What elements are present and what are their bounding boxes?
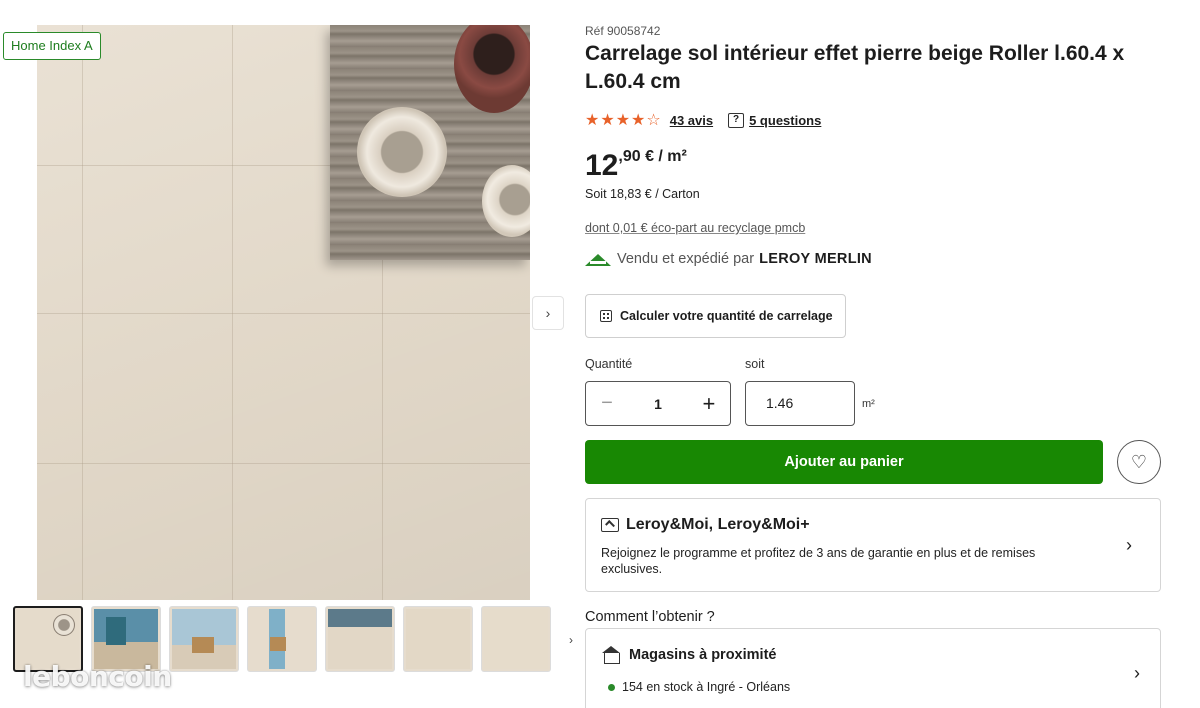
tile-joint (37, 313, 530, 314)
stock-status: 154 en stock à Ingré - Orléans (608, 680, 790, 694)
leboncoin-watermark: leboncoin (23, 660, 172, 693)
chevron-right-icon: › (1126, 535, 1132, 555)
thumbnails-next-button[interactable]: › (561, 630, 581, 650)
loyalty-header: Leroy&Moi, Leroy&Moi+ (601, 516, 810, 534)
product-title: Carrelage sol intérieur effet pierre bei… (585, 42, 1125, 93)
thumbnail[interactable] (325, 606, 395, 672)
increment-button[interactable]: + (700, 391, 718, 417)
thumbnail[interactable] (247, 606, 317, 672)
stores-header: Magasins à proximité (601, 646, 776, 664)
calculate-quantity-button[interactable]: Calculer votre quantité de carrelage (585, 294, 846, 338)
loyalty-title: Leroy&Moi, Leroy&Moi+ (626, 516, 810, 533)
quantity-stepper: − 1 + (585, 381, 731, 426)
calculator-icon (600, 310, 612, 322)
thumbnail[interactable] (403, 606, 473, 672)
decrement-button[interactable]: − (598, 392, 616, 415)
calculate-quantity-label: Calculer votre quantité de carrelage (620, 309, 833, 323)
area-input[interactable]: 1.46 (745, 381, 855, 426)
white-pot (357, 107, 447, 197)
obtain-heading: Comment l’obtenir ? (585, 609, 715, 625)
price-decimal-unit: ,90 € / m² (618, 148, 687, 165)
questions-link[interactable]: 5 questions (749, 113, 821, 128)
loyalty-card[interactable]: Leroy&Moi, Leroy&Moi+ Rejoignez le progr… (585, 498, 1161, 592)
seller-prefix: Vendu et expédié par (617, 251, 755, 267)
tile-joint (37, 463, 530, 464)
thumbnail[interactable] (481, 606, 551, 672)
favorite-button[interactable]: ♡ (1117, 440, 1161, 484)
star-empty-icon: ☆ (646, 112, 662, 129)
star-full-icon: ★ (600, 112, 616, 129)
thumbnail[interactable] (169, 606, 239, 672)
nearby-stores-card[interactable]: Magasins à proximité 154 en stock à Ingr… (585, 628, 1161, 708)
store-icon (601, 646, 621, 664)
carton-price: Soit 18,83 € / Carton (585, 187, 700, 201)
price-integer: 12 (585, 149, 619, 182)
leroy-merlin-logo-icon (585, 250, 611, 268)
loyalty-card-icon (601, 518, 619, 532)
main-product-image[interactable] (37, 25, 530, 600)
area-unit: m² (862, 398, 875, 410)
product-reference: Réf 90058742 (585, 24, 661, 38)
loyalty-description: Rejoignez le programme et profitez de 3 … (601, 546, 1036, 576)
chevron-right-icon: › (545, 305, 551, 321)
eco-part-link[interactable]: dont 0,01 € éco-part au recyclage pmcb (585, 221, 805, 235)
stores-title: Magasins à proximité (629, 647, 777, 663)
in-stock-dot-icon (608, 683, 615, 691)
seller-info: Vendu et expédié par LEROY MERLIN (585, 250, 872, 268)
star-full-icon: ★ (615, 112, 632, 129)
area-label: soit (745, 357, 765, 371)
unit-price: 12,90 € / m² (585, 148, 687, 183)
gallery-next-button[interactable]: › (532, 296, 564, 330)
reviews-link[interactable]: 43 avis (670, 113, 713, 128)
home-index-badge: Home Index A (3, 32, 101, 60)
star-rating: ★★★★☆ (585, 110, 662, 130)
question-icon: ? (728, 112, 745, 128)
quantity-label: Quantité (585, 357, 633, 371)
seller-name: LEROY MERLIN (759, 251, 872, 267)
heart-icon: ♡ (1130, 451, 1148, 472)
star-full-icon: ★ (585, 112, 601, 129)
rating-row: ★★★★☆ 43 avis ? 5 questions (585, 110, 821, 130)
quantity-value[interactable]: 1 (654, 396, 662, 412)
add-to-cart-button[interactable]: Ajouter au panier (585, 440, 1103, 484)
star-full-icon: ★ (631, 112, 647, 129)
stock-text: 154 en stock à Ingré - Orléans (622, 680, 791, 694)
chevron-right-icon: › (1134, 663, 1140, 683)
